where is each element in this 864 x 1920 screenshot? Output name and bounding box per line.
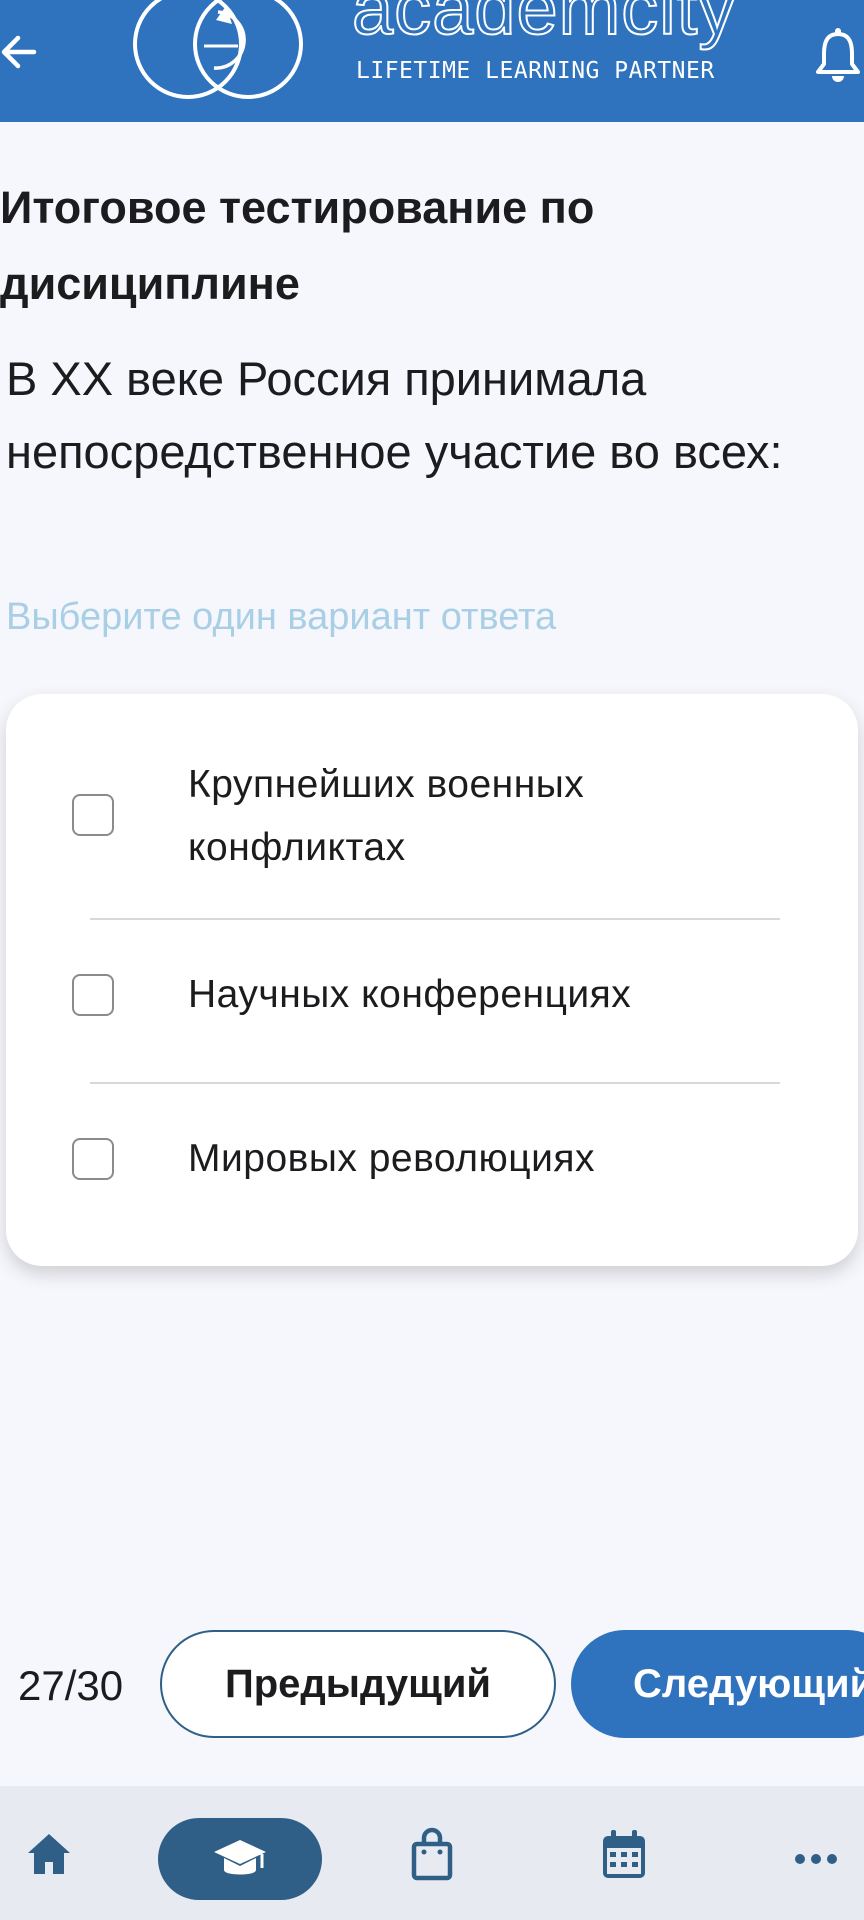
answer-hint: Выберите один вариант ответа bbox=[6, 596, 557, 638]
option-label: Мировых революциях bbox=[188, 1137, 595, 1180]
option-checkbox[interactable] bbox=[72, 794, 114, 836]
question-text: В XX веке Россия принимала непосредствен… bbox=[6, 352, 783, 478]
logo-tagline: LIFETIME LEARNING PARTNER bbox=[356, 58, 715, 84]
answer-options-card: Крупнейших военных конфликтах Научных ко… bbox=[6, 694, 858, 1266]
question-counter: 27/30 bbox=[18, 1662, 124, 1709]
arrow-left-icon[interactable] bbox=[0, 22, 40, 82]
answer-option-2[interactable]: Научных конференциях bbox=[6, 920, 858, 1082]
option-label: Научных конференциях bbox=[188, 973, 632, 1016]
logo-wordmark: academcity bbox=[351, 0, 737, 51]
previous-button[interactable]: Предыдущий bbox=[160, 1630, 556, 1738]
answer-option-1[interactable]: Крупнейших военных конфликтах bbox=[6, 694, 858, 920]
shopping-bag-icon[interactable] bbox=[406, 1786, 458, 1920]
next-button[interactable]: Следующий bbox=[571, 1630, 864, 1738]
calendar-icon[interactable] bbox=[598, 1786, 650, 1920]
app-header: academcity LIFETIME LEARNING PARTNER bbox=[0, 0, 864, 122]
page-title: Итоговое тестирование по дисициплине bbox=[0, 182, 595, 309]
more-icon[interactable] bbox=[792, 1786, 840, 1920]
bell-icon[interactable] bbox=[812, 24, 864, 86]
option-checkbox[interactable] bbox=[72, 974, 114, 1016]
option-label: Крупнейших военных конфликтах bbox=[188, 763, 585, 869]
home-icon[interactable] bbox=[22, 1786, 76, 1920]
graduation-cap-icon[interactable] bbox=[210, 1786, 270, 1920]
answer-option-3[interactable]: Мировых революциях bbox=[6, 1084, 858, 1266]
academcity-logo: academcity LIFETIME LEARNING PARTNER bbox=[130, 0, 736, 110]
logo-mark-icon bbox=[133, 0, 303, 99]
option-checkbox[interactable] bbox=[72, 1138, 114, 1180]
bottom-navigation bbox=[0, 1786, 864, 1920]
